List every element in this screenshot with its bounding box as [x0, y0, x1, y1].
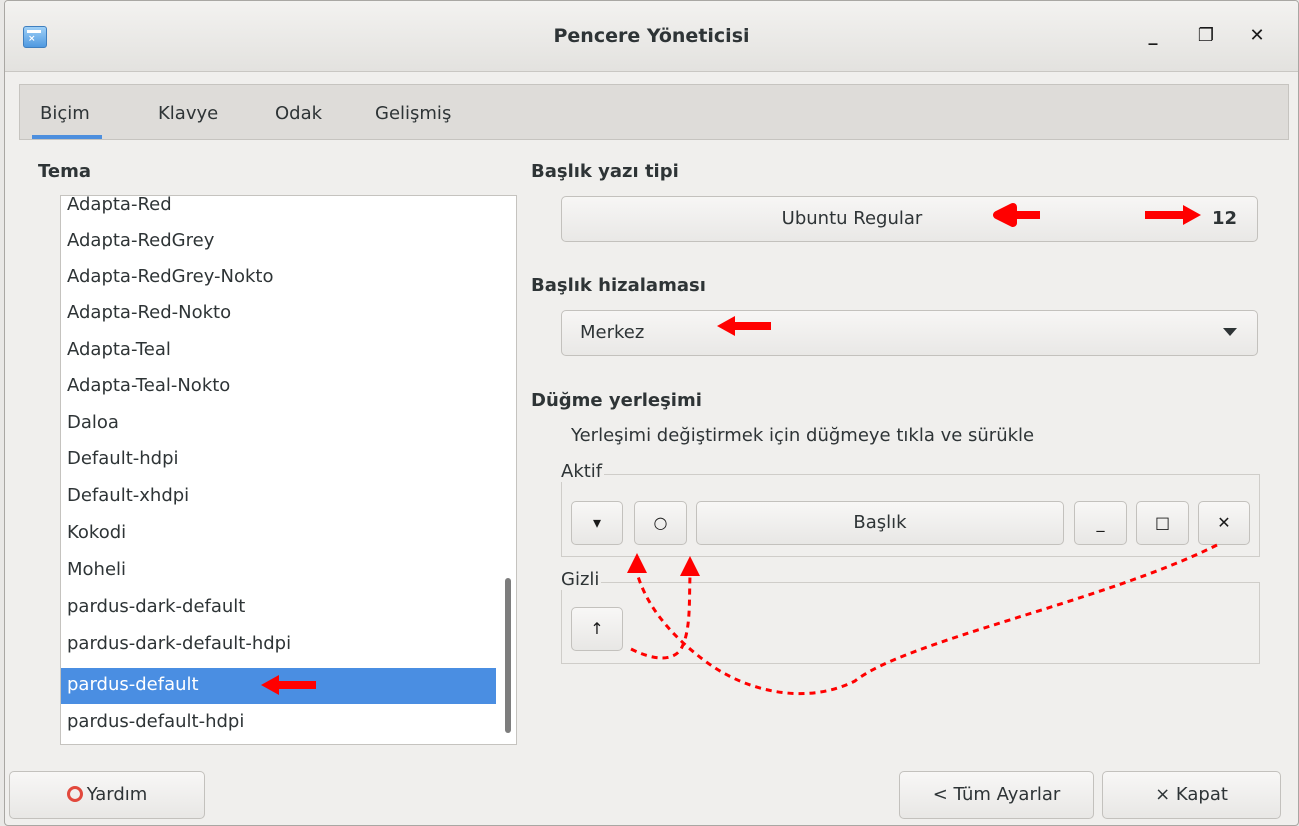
list-item[interactable]: Adapta-RedGrey	[61, 224, 496, 260]
all-settings-button[interactable]: < Tüm Ayarlar	[899, 771, 1094, 819]
maximize-icon: □	[1154, 513, 1171, 532]
button-layout-description: Yerleşimi değiştirmek için düğmeye tıkla…	[571, 425, 1035, 446]
list-item[interactable]: Default-xhdpi	[61, 479, 496, 515]
minimize-icon: _	[1148, 25, 1158, 46]
title-bar[interactable]: × Pencere Yöneticisi _ ❐ ✕	[5, 1, 1298, 72]
tab-bar: Biçim Klavye Odak Gelişmiş	[19, 84, 1289, 140]
list-item[interactable]: Moheli	[61, 553, 496, 589]
tab-gelismis[interactable]: Gelişmiş	[375, 103, 451, 124]
theme-header: Tema	[38, 161, 91, 182]
window-title: Pencere Yöneticisi	[553, 25, 750, 47]
close-layout-button[interactable]: ✕	[1198, 501, 1250, 545]
list-item[interactable]: Adapta-Teal	[61, 333, 496, 369]
hidden-label: Gizli	[561, 569, 602, 590]
list-item[interactable]: pardus-dark-default	[61, 590, 496, 626]
theme-list[interactable]: Adapta-Red Adapta-RedGrey Adapta-RedGrey…	[60, 195, 517, 745]
list-item[interactable]: Adapta-Teal-Nokto	[61, 369, 496, 405]
close-button[interactable]: × Kapat	[1102, 771, 1281, 819]
list-item[interactable]: Daloa	[61, 406, 496, 442]
font-size: 12	[1211, 208, 1237, 229]
chevron-down-icon	[1223, 328, 1237, 336]
list-item[interactable]: Adapta-Red	[61, 196, 496, 224]
tab-odak[interactable]: Odak	[275, 103, 322, 124]
font-name: Ubuntu Regular	[781, 208, 923, 229]
minimize-button[interactable]: _	[1138, 21, 1168, 51]
title-placeholder-button[interactable]: Başlık	[696, 501, 1064, 545]
maximize-button[interactable]: ❐	[1191, 21, 1221, 51]
button-layout-header: Düğme yerleşimi	[531, 390, 702, 411]
hidden-buttons-frame	[561, 582, 1260, 664]
close-icon: ✕	[1249, 25, 1265, 46]
minimize-layout-button[interactable]: _	[1074, 501, 1127, 545]
arrow-up-icon	[680, 556, 700, 576]
title-alignment-select[interactable]: Merkez	[561, 310, 1258, 356]
list-item[interactable]: Kokodi	[61, 516, 496, 552]
list-item-selected[interactable]: pardus-default	[61, 668, 496, 704]
window: × Pencere Yöneticisi _ ❐ ✕ Biçim Klavye …	[4, 0, 1299, 826]
tab-klavye[interactable]: Klavye	[158, 103, 218, 124]
help-button[interactable]: Yardım	[9, 771, 205, 819]
list-item[interactable]: pardus-dark-default-hdpi	[61, 627, 496, 663]
stick-button[interactable]: ○	[634, 501, 687, 545]
stick-icon: ○	[653, 513, 668, 532]
list-scrollbar[interactable]	[505, 578, 511, 733]
shade-button[interactable]: ↑	[571, 607, 623, 651]
list-item[interactable]: Adapta-Red-Nokto	[61, 296, 496, 332]
list-item[interactable]: Default-hdpi	[61, 442, 496, 478]
tab-bicim[interactable]: Biçim	[32, 103, 102, 139]
menu-icon: ▾	[592, 513, 602, 532]
list-item[interactable]: Adapta-RedGrey-Nokto	[61, 260, 496, 296]
active-label: Aktif	[561, 461, 605, 482]
title-alignment-header: Başlık hizalaması	[531, 275, 706, 296]
alignment-value: Merkez	[580, 322, 645, 343]
menu-button[interactable]: ▾	[571, 501, 623, 545]
close-window-button[interactable]: ✕	[1242, 21, 1272, 51]
close-icon: ✕	[1217, 513, 1231, 532]
lifebuoy-icon	[66, 786, 83, 802]
title-font-button[interactable]: Ubuntu Regular 12	[561, 196, 1258, 242]
list-item[interactable]: pardus-default-hdpi	[61, 705, 496, 741]
title-font-header: Başlık yazı tipi	[531, 161, 679, 182]
arrow-up-icon: ↑	[590, 619, 604, 638]
maximize-icon: ❐	[1197, 25, 1215, 46]
maximize-layout-button[interactable]: □	[1136, 501, 1189, 545]
minimize-icon: _	[1096, 513, 1105, 532]
